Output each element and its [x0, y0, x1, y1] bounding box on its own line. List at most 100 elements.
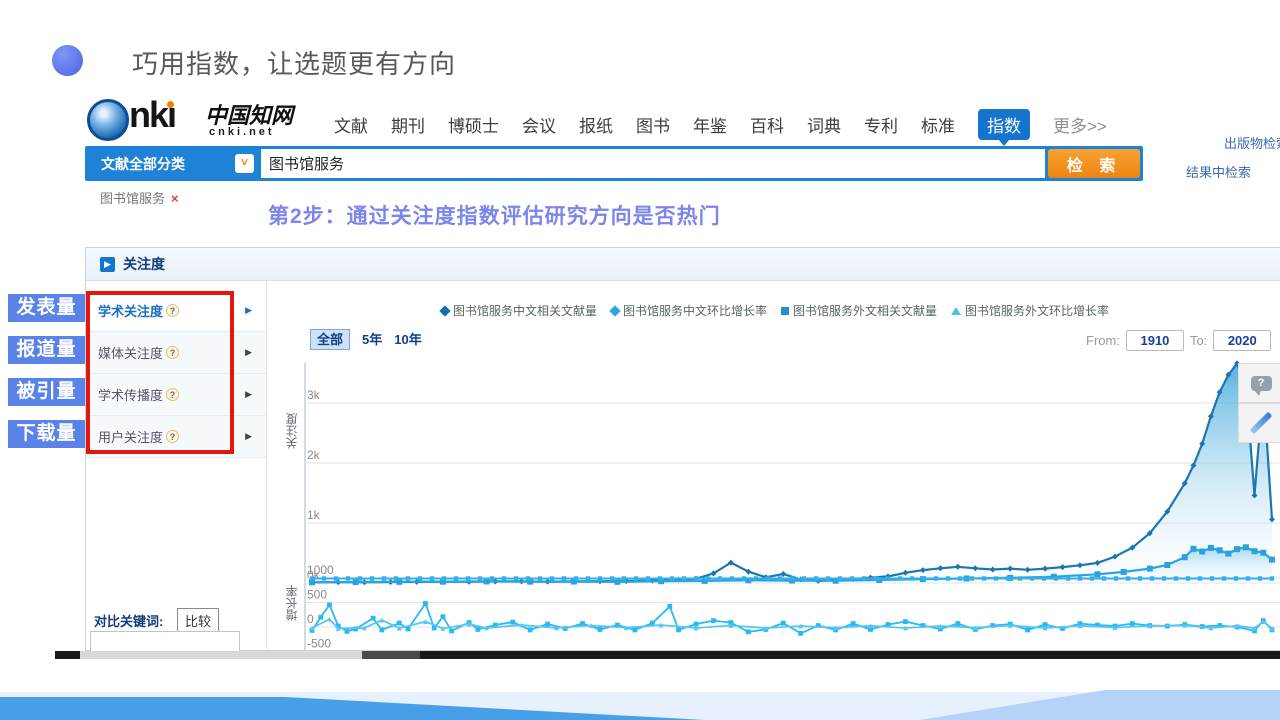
menu-item-学术关注度[interactable]: 学术关注度? ▶ [86, 290, 266, 332]
arrow-right-icon: ▶ [245, 347, 252, 358]
nav-item-百科[interactable]: 百科 [750, 112, 784, 137]
legend-item[interactable]: 图书馆服务中文相关文献量 [441, 302, 597, 319]
bottom-ribbon [0, 690, 1280, 720]
menu-item-媒体关注度[interactable]: 媒体关注度? ▶ [86, 332, 266, 374]
from-year-input[interactable]: 1910 [1126, 330, 1184, 351]
scrollbar-thumb[interactable] [80, 651, 362, 659]
edit-pencil-button[interactable] [1238, 403, 1280, 443]
annotation-发表量: 发表量 [8, 294, 85, 322]
svg-text:-500: -500 [307, 637, 331, 651]
globe-icon [87, 99, 129, 141]
from-label: From: [1086, 333, 1120, 348]
nav-item-词典[interactable]: 词典 [807, 112, 841, 137]
chart-legend: 图书馆服务中文相关文献量 图书馆服务中文环比增长率 图书馆服务外文相关文献量 图书馆服… [270, 302, 1280, 319]
arrow-right-icon: ▶ [245, 305, 252, 316]
arrow-right-icon: ▶ [245, 431, 252, 442]
question-bubble-icon: ? [1251, 376, 1272, 391]
scrollbar[interactable] [55, 651, 1280, 659]
legend-item[interactable]: 图书馆服务外文相关文献量 [781, 302, 937, 319]
y-axis-label-top: 关注度 [283, 413, 300, 449]
nav-item-年鉴[interactable]: 年鉴 [693, 112, 727, 137]
svg-text:3k: 3k [307, 388, 321, 402]
orange-dot-icon [167, 101, 174, 108]
nav-item-会议[interactable]: 会议 [522, 112, 556, 137]
slide-title: 巧用指数，让选题更有方向 [132, 44, 456, 81]
nav-item-专利[interactable]: 专利 [864, 112, 898, 137]
svg-text:500: 500 [307, 588, 327, 602]
help-icon[interactable]: ? [166, 304, 179, 317]
tab-10年[interactable]: 10年 [394, 332, 421, 347]
to-label: To: [1190, 333, 1207, 348]
menu-item-label: 学术传播度 [98, 385, 163, 404]
annotation-下载量: 下载量 [8, 420, 85, 448]
tab-全部[interactable]: 全部 [310, 329, 350, 350]
year-range: From: 1910 To: 2020 [1086, 330, 1277, 351]
nav-item-图书[interactable]: 图书 [636, 112, 670, 137]
legend-item[interactable]: 图书馆服务中文环比增长率 [611, 302, 767, 319]
nav-item-更多>>[interactable]: 更多>> [1053, 112, 1107, 137]
attention-index-chart[interactable]: 3k2k1k0k10005000-500 [300, 355, 1280, 658]
nav-item-文献[interactable]: 文献 [334, 112, 368, 137]
legend-label: 图书馆服务外文环比增长率 [965, 302, 1109, 319]
logo-domain: cnki.net [209, 126, 275, 138]
y-axis-label-bottom: 增长率 [283, 585, 300, 621]
float-toolbar: ? [1238, 363, 1280, 443]
result-search-link[interactable]: 结果中检索 [1186, 162, 1251, 181]
diamond-marker-icon [439, 305, 450, 316]
cnki-logo[interactable]: nkı 中国知网 cnki.net [87, 96, 307, 148]
search-button[interactable]: 检 索 [1048, 149, 1140, 178]
svg-text:0: 0 [307, 612, 314, 626]
square-marker-icon [781, 307, 789, 315]
play-icon: ▶ [100, 257, 115, 272]
index-menu: 学术关注度? ▶ 媒体关注度? ▶ 学术传播度?▶ 用户关注度? ▶ [86, 281, 267, 650]
nav-item-标准[interactable]: 标准 [921, 112, 955, 137]
menu-item-label: 用户关注度 [98, 427, 163, 446]
top-nav: 文献期刊博硕士会议报纸图书年鉴百科词典专利标准指数更多>> [334, 109, 1107, 140]
tab-5年[interactable]: 5年 [362, 332, 382, 347]
nav-item-期刊[interactable]: 期刊 [391, 112, 425, 137]
help-icon[interactable]: ? [166, 388, 179, 401]
annotation-被引量: 被引量 [8, 378, 85, 406]
diamond-marker-icon [609, 305, 620, 316]
tag-close-icon[interactable]: × [171, 191, 179, 206]
menu-item-用户关注度[interactable]: 用户关注度? ▶ [86, 416, 266, 458]
compare-row: 对比关键词: 比较 [94, 608, 219, 633]
logo-brand: nkı [129, 94, 175, 136]
compare-button[interactable]: 比较 [177, 608, 219, 633]
panel-header: ▶ 关注度 [86, 248, 1280, 281]
help-icon[interactable]: ? [166, 346, 179, 359]
category-dropdown-icon[interactable]: ˅ [235, 154, 254, 173]
triangle-marker-icon [951, 307, 961, 315]
search-input[interactable] [261, 149, 1045, 178]
panel-title: 关注度 [123, 254, 165, 274]
menu-item-学术传播度[interactable]: 学术传播度?▶ [86, 374, 266, 416]
category-selector[interactable]: 文献全部分类 [85, 154, 235, 174]
bullet-icon [52, 45, 83, 76]
help-icon[interactable]: ? [166, 430, 179, 443]
legend-label: 图书馆服务外文相关文献量 [793, 302, 937, 319]
nav-item-博硕士[interactable]: 博硕士 [448, 112, 499, 137]
help-bubble-button[interactable]: ? [1238, 363, 1280, 403]
legend-item[interactable]: 图书馆服务外文环比增长率 [951, 302, 1109, 319]
keyword-tag: 图书馆服务 × [100, 188, 179, 207]
step-note: 第2步：通过关注度指数评估研究方向是否热门 [268, 200, 721, 230]
keyword-tag-label: 图书馆服务 [100, 191, 165, 206]
publication-search-link[interactable]: 出版物检索 [1224, 133, 1280, 152]
slide: 巧用指数，让选题更有方向 nkı 中国知网 cnki.net 文献期刊博硕士会议… [0, 0, 1280, 720]
legend-label: 图书馆服务中文相关文献量 [453, 302, 597, 319]
menu-item-label: 媒体关注度 [98, 343, 163, 362]
svg-text:1k: 1k [307, 508, 321, 522]
nav-item-报纸[interactable]: 报纸 [579, 112, 613, 137]
scrollbar-segment[interactable] [362, 651, 420, 659]
range-tabs: 全部 5年 10年 [310, 329, 434, 348]
to-year-input[interactable]: 2020 [1213, 330, 1271, 351]
svg-text:2k: 2k [307, 448, 321, 462]
compare-label: 对比关键词: [94, 614, 163, 629]
annotation-报道量: 报道量 [8, 336, 85, 364]
svg-text:1000: 1000 [307, 563, 334, 577]
pencil-icon [1250, 412, 1273, 435]
menu-item-label: 学术关注度 [98, 301, 163, 320]
search-bar: 文献全部分类 ˅ 检 索 [85, 146, 1143, 181]
nav-item-指数[interactable]: 指数 [978, 109, 1030, 140]
legend-label: 图书馆服务中文环比增长率 [623, 302, 767, 319]
